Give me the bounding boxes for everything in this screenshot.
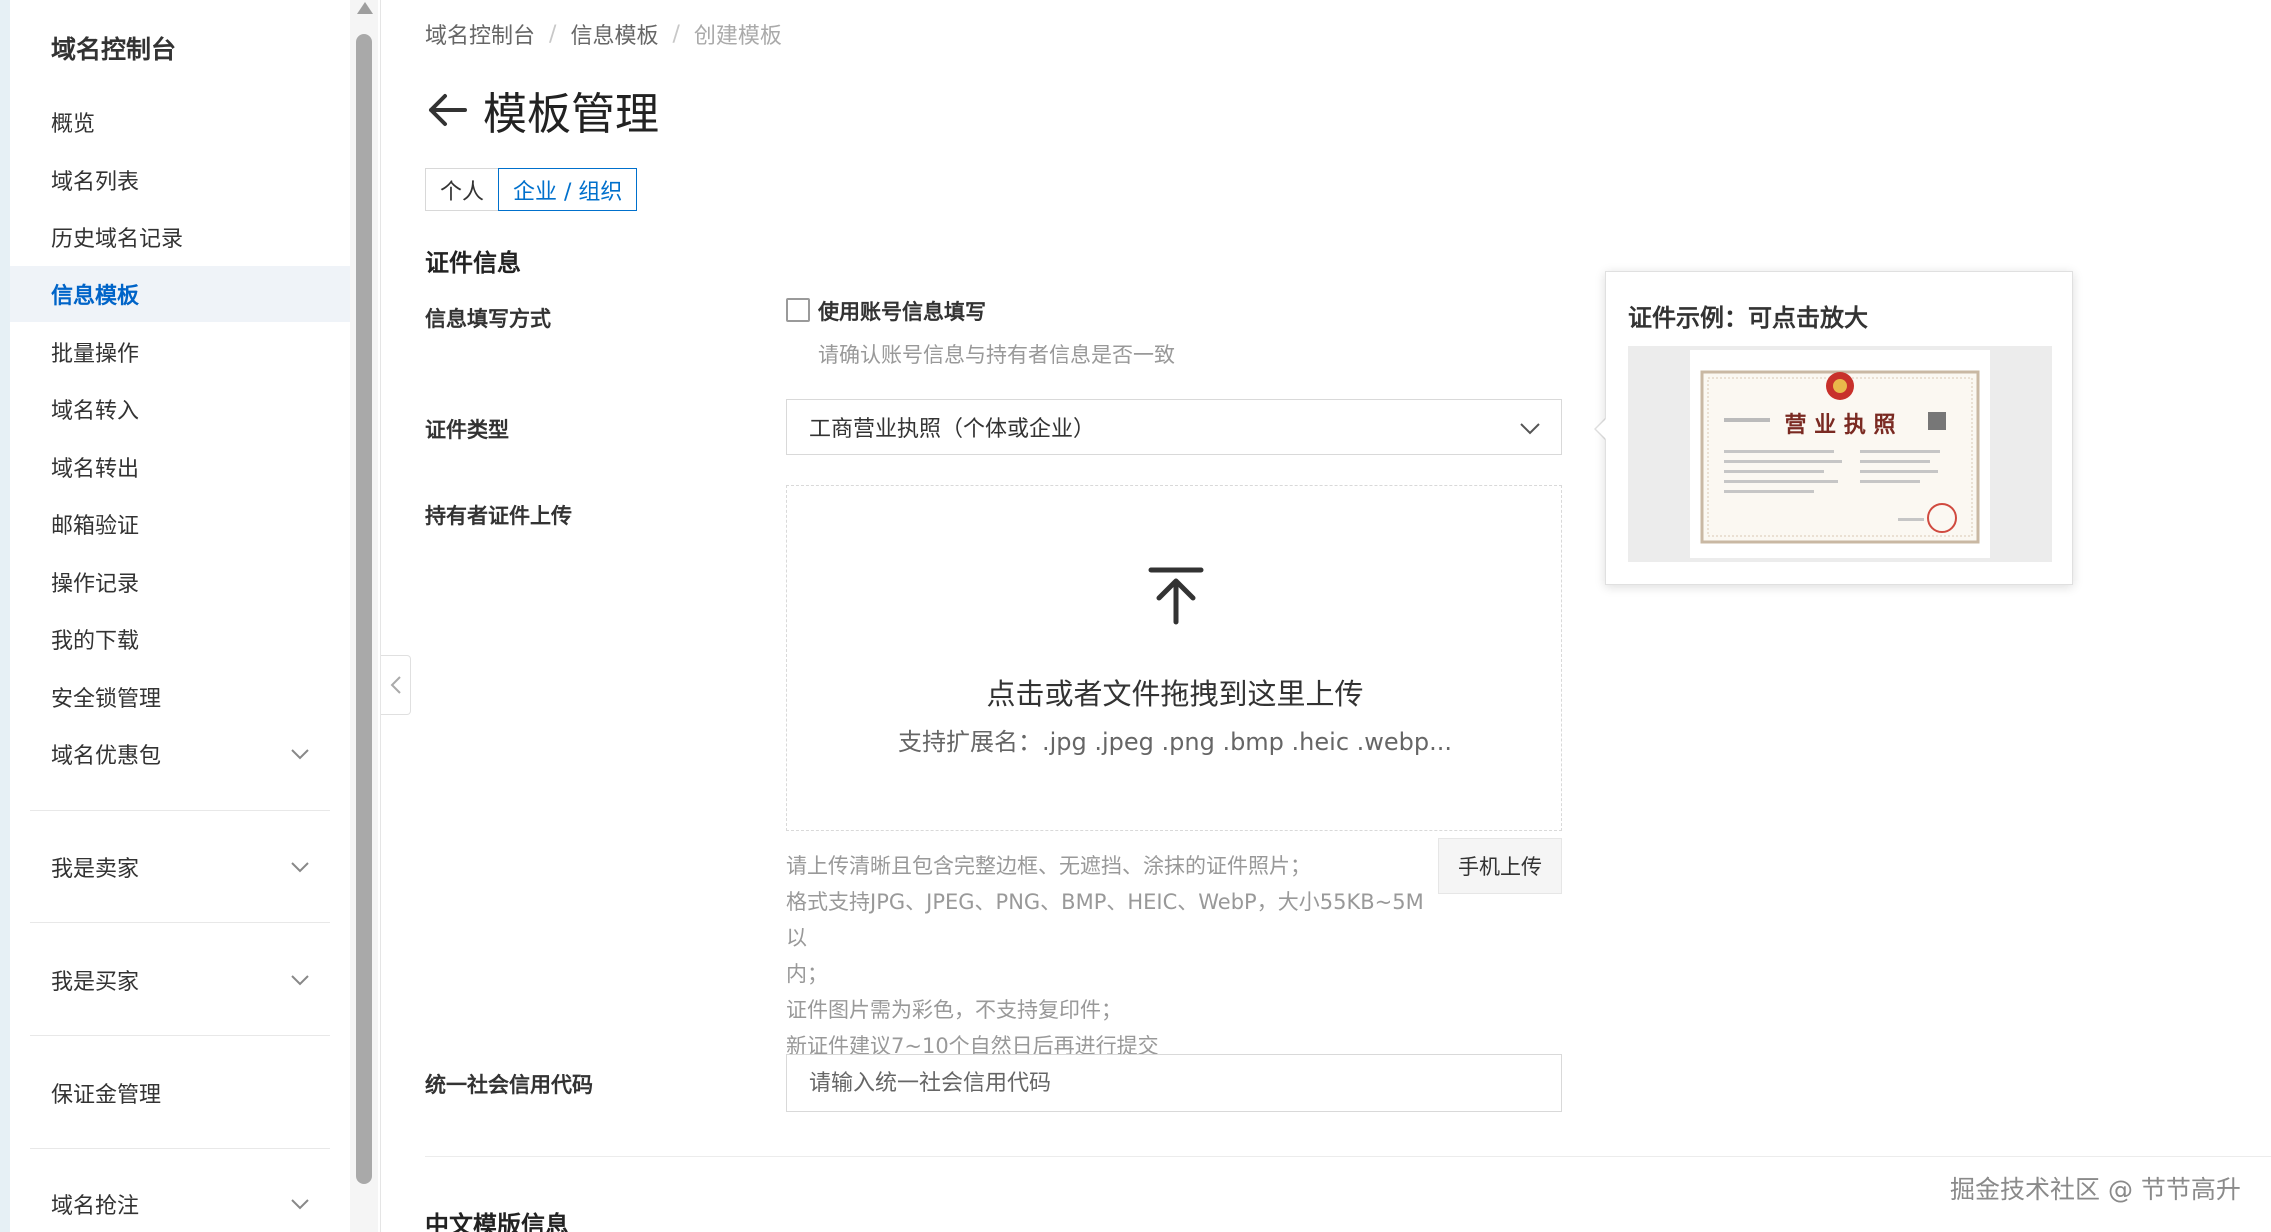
back-arrow-icon[interactable] — [425, 88, 469, 132]
page-title: 模板管理 — [483, 89, 659, 140]
scroll-up-arrow-icon[interactable] — [357, 2, 373, 14]
example-title: 证件示例：可点击放大 — [1628, 304, 1868, 332]
use-account-info-label[interactable]: 使用账号信息填写 — [818, 296, 986, 326]
sidebar-item-label: 邮箱验证 — [51, 514, 140, 539]
watermark: 掘金技术社区 @ 节节高升 — [1950, 1175, 2241, 1204]
mobile-upload-button[interactable]: 手机上传 — [1438, 838, 1562, 894]
example-card-pointer-inner — [1596, 419, 1606, 439]
sidebar-item-label: 操作记录 — [51, 572, 140, 597]
fill-method-help: 请确认账号信息与持有者信息是否一致 — [818, 343, 1175, 367]
cert-example-image[interactable]: 营 业 执 照 — [1628, 346, 2052, 562]
cert-type-label: 证件类型 — [425, 418, 509, 442]
breadcrumb-separator: / — [672, 21, 680, 47]
sidebar-divider — [30, 810, 330, 811]
sidebar-item-operation-log[interactable]: 操作记录 — [10, 554, 350, 610]
sidebar-item-email-verify[interactable]: 邮箱验证 — [10, 496, 350, 552]
scrollbar-thumb[interactable] — [356, 34, 372, 1184]
sidebar-item-batch[interactable]: 批量操作 — [10, 324, 350, 380]
sidebar-divider — [30, 1035, 330, 1036]
upload-tip-line: 证件图片需为彩色，不支持复印件； — [786, 998, 1122, 1022]
cert-upload-dropzone[interactable]: 点击或者文件拖拽到这里上传 支持扩展名：.jpg .jpeg .png .bmp… — [786, 485, 1562, 831]
fill-method-label: 信息填写方式 — [425, 307, 551, 331]
sidebar-item-overview[interactable]: 概览 — [10, 94, 350, 150]
breadcrumb-item[interactable]: 信息模板 — [570, 18, 658, 50]
cert-example-card: 证件示例：可点击放大 营 业 执 照 — [1605, 271, 2073, 585]
holder-type-tabs: 个人 企业 / 组织 — [425, 168, 638, 211]
main-divider — [380, 0, 381, 1232]
holder-cert-upload-label: 持有者证件上传 — [425, 504, 572, 528]
upload-tip-line: 内； — [786, 962, 828, 986]
breadcrumb: 域名控制台 / 信息模板 / 创建模板 — [425, 18, 782, 50]
chevron-down-icon — [291, 1199, 309, 1210]
form-section-divider — [425, 1156, 2271, 1157]
cert-type-select[interactable]: 工商营业执照（个体或企业） — [786, 399, 1562, 455]
sidebar-group-seller[interactable]: 我是卖家 — [10, 839, 350, 895]
sidebar-item-label: 域名转入 — [51, 399, 140, 424]
sidebar-group-label: 保证金管理 — [51, 1083, 162, 1108]
credit-code-input[interactable] — [786, 1054, 1562, 1112]
use-account-info-checkbox[interactable] — [786, 298, 810, 322]
sidebar-collapse-button[interactable] — [381, 655, 411, 715]
section-title-chinese-template: 中文模版信息 — [425, 1211, 569, 1232]
page-header: 模板管理 — [425, 78, 659, 142]
sidebar-item-label: 域名优惠包 — [51, 744, 162, 769]
chevron-down-icon — [291, 862, 309, 873]
sidebar-item-label: 域名列表 — [51, 170, 140, 195]
sidebar-item-discount-pack[interactable]: 域名优惠包 — [10, 726, 350, 782]
tab-personal[interactable]: 个人 — [425, 168, 500, 211]
license-heading: 营 业 执 照 — [1785, 412, 1896, 438]
chevron-down-icon — [1520, 423, 1540, 435]
upload-tip-line: 格式支持JPG、JPEG、PNG、BMP、HEIC、WebP，大小55KB~5M… — [786, 890, 1424, 950]
sidebar-group-deposit[interactable]: 保证金管理 — [10, 1065, 350, 1121]
chevron-down-icon — [291, 975, 309, 986]
sidebar-item-label: 历史域名记录 — [51, 227, 184, 252]
sidebar-item-downloads[interactable]: 我的下载 — [10, 611, 350, 667]
sidebar-item-label: 我的下载 — [51, 629, 140, 654]
sidebar-group-backorder[interactable]: 域名抢注 — [10, 1176, 350, 1232]
sidebar-divider — [30, 1148, 330, 1149]
business-license-image: 营 业 执 照 — [1690, 350, 1990, 558]
section-title-certificate: 证件信息 — [425, 249, 521, 277]
sidebar-title: 域名控制台 — [51, 35, 177, 64]
breadcrumb-separator: / — [549, 21, 557, 47]
sidebar-group-label: 我是卖家 — [51, 857, 140, 882]
upload-tips: 请上传清晰且包含完整边框、无遮挡、涂抹的证件照片； 格式支持JPG、JPEG、P… — [786, 848, 1434, 1064]
upload-tip-line: 请上传清晰且包含完整边框、无遮挡、涂抹的证件照片； — [786, 854, 1311, 878]
sidebar-item-label: 安全锁管理 — [51, 687, 162, 712]
sidebar-group-label: 域名抢注 — [51, 1194, 140, 1219]
sidebar-group-buyer[interactable]: 我是买家 — [10, 952, 350, 1008]
sidebar-group-label: 我是买家 — [51, 970, 140, 995]
sidebar-item-history[interactable]: 历史域名记录 — [10, 209, 350, 265]
cert-type-value: 工商营业执照（个体或企业） — [809, 417, 1096, 442]
tab-enterprise[interactable]: 企业 / 组织 — [498, 168, 638, 211]
left-edge-strip — [0, 0, 10, 1232]
sidebar-item-transfer-out[interactable]: 域名转出 — [10, 439, 350, 495]
sidebar-item-label: 域名转出 — [51, 457, 140, 482]
breadcrumb-item[interactable]: 域名控制台 — [425, 18, 535, 50]
credit-code-label: 统一社会信用代码 — [425, 1073, 593, 1097]
breadcrumb-current: 创建模板 — [693, 24, 782, 49]
sidebar-divider — [30, 922, 330, 923]
upload-main-text: 点击或者文件拖拽到这里上传 — [986, 677, 1364, 711]
sidebar-item-security-lock[interactable]: 安全锁管理 — [10, 669, 350, 725]
upload-icon — [1148, 567, 1204, 625]
sidebar-item-templates[interactable]: 信息模板 — [10, 266, 350, 322]
sidebar-item-label: 概览 — [51, 112, 96, 137]
sidebar-item-label: 批量操作 — [51, 342, 140, 367]
upload-extensions-text: 支持扩展名：.jpg .jpeg .png .bmp .heic .webp..… — [897, 728, 1453, 756]
chevron-left-icon — [390, 676, 401, 694]
sidebar-item-transfer-in[interactable]: 域名转入 — [10, 381, 350, 437]
sidebar-item-label: 信息模板 — [51, 284, 140, 309]
sidebar-item-domain-list[interactable]: 域名列表 — [10, 152, 350, 208]
chevron-down-icon — [291, 749, 309, 760]
sidebar: 域名控制台 概览 域名列表 历史域名记录 信息模板 批量操作 域名转入 域名转出… — [10, 0, 350, 1232]
